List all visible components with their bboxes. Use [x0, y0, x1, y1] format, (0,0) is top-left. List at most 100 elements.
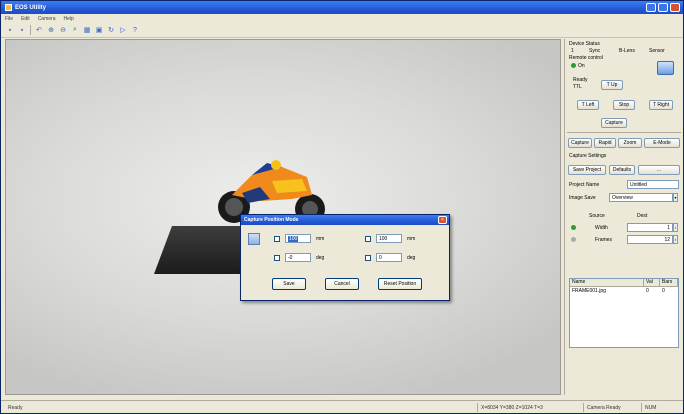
tab-rapid[interactable]: Rapid	[594, 138, 616, 148]
menu-bar: File Edit Camera Help	[1, 14, 683, 23]
help-icon[interactable]: ?	[131, 26, 139, 34]
width-spinner-icon[interactable]: ↕	[673, 223, 678, 232]
x2-checkbox[interactable]	[365, 236, 371, 242]
source-column-label: Source	[589, 213, 605, 219]
defaults-button[interactable]: Defaults	[609, 165, 635, 175]
capture-settings-label: Capture Settings	[569, 153, 607, 159]
menu-help[interactable]: Help	[63, 16, 73, 22]
image-save-label: Image Save	[569, 195, 596, 201]
ttl-label: TTL	[573, 84, 582, 90]
file-list[interactable]: Name Val Bars FRAME001.jpg 0 0	[569, 278, 679, 348]
angle-field[interactable]: -0	[285, 253, 311, 262]
reset-position-button[interactable]: Reset Position	[378, 278, 422, 290]
col-name[interactable]: Name	[570, 279, 644, 286]
width-label: Width	[595, 225, 608, 231]
save-project-button[interactable]: Save Project	[568, 165, 606, 175]
stop-button[interactable]: Stop	[613, 100, 635, 110]
maximize-button[interactable]	[658, 3, 668, 12]
tilt-left-button[interactable]: T Left	[577, 100, 599, 110]
status-bar: Ready X=8034 Y=380 Z=1024 T=3 Camera Rea…	[1, 400, 683, 413]
frames-label: Frames	[595, 237, 612, 243]
status-item-lens: B-Lens	[619, 48, 635, 54]
project-name-field[interactable]: Untitled	[627, 180, 679, 189]
right-panel: Device Status 1 Sync B-Lens Sensor Remot…	[564, 39, 683, 395]
rotate-icon[interactable]: ↻	[107, 26, 115, 34]
status-mode: Camera Ready	[583, 403, 621, 412]
tab-capture[interactable]: Capture	[568, 138, 592, 148]
list-item-name: FRAME001.jpg	[572, 288, 606, 294]
col-bars[interactable]: Bars	[660, 279, 678, 286]
remote-control-label: Remote control	[569, 55, 603, 61]
on-label: On	[578, 63, 585, 69]
minimize-button[interactable]	[646, 3, 656, 12]
status-item-sync: Sync	[589, 48, 601, 54]
x-checkbox[interactable]	[274, 236, 280, 242]
toolbar-separator	[30, 25, 31, 35]
frames-spinner-icon[interactable]: ↕	[673, 235, 678, 244]
list-item-bars: 0	[662, 288, 665, 294]
save-icon[interactable]: ▪	[6, 26, 14, 34]
undo-icon[interactable]: ↶	[35, 26, 43, 34]
file-list-header: Name Val Bars	[570, 279, 678, 287]
more-button[interactable]: ...	[638, 165, 680, 175]
dialog-title: Capture Position Mode	[241, 215, 449, 225]
row1-indicator-icon	[571, 225, 576, 230]
x-position-value: 100	[288, 235, 299, 242]
dest-column-label: Dest	[637, 213, 648, 219]
close-button[interactable]	[670, 3, 680, 12]
status-item-sensor: Sensor	[649, 48, 665, 54]
tab-zoom[interactable]: Zoom	[618, 138, 642, 148]
title-bar: EOS Utility	[1, 1, 683, 14]
camera-icon	[657, 61, 674, 75]
crop-icon[interactable]: ▣	[95, 26, 103, 34]
dropdown-arrow-icon[interactable]: ▾	[673, 193, 678, 202]
dialog-cancel-button[interactable]: Cancel	[325, 278, 359, 290]
x-position-field[interactable]: 100	[285, 234, 311, 243]
status-text: Ready	[8, 404, 23, 411]
tab-emode[interactable]: E-Mode	[644, 138, 680, 148]
capture-button[interactable]: Capture	[601, 118, 627, 128]
angle2-checkbox[interactable]	[365, 255, 371, 261]
row2-indicator-icon	[571, 237, 576, 242]
position-icon	[248, 233, 260, 245]
list-item-val: 0	[646, 288, 649, 294]
status-num: NUM	[641, 403, 656, 412]
menu-file[interactable]: File	[5, 16, 13, 22]
dialog-save-button[interactable]: Save	[272, 278, 306, 290]
x-unit-label: mm	[316, 236, 325, 242]
main-window: EOS Utility File Edit Camera Help ▪ ▪ ↶ …	[0, 0, 684, 414]
frames-field[interactable]: 12	[627, 235, 673, 244]
status-coords: X=8034 Y=380 Z=1024 T=3	[477, 403, 543, 412]
list-item[interactable]: FRAME001.jpg 0 0	[570, 287, 678, 295]
project-name-label: Project Name	[569, 182, 600, 188]
x2-position-field[interactable]: 100	[376, 234, 402, 243]
play-icon[interactable]: ▷	[119, 26, 127, 34]
status-item-1: 1	[571, 48, 574, 54]
col-val[interactable]: Val	[644, 279, 660, 286]
fit-icon[interactable]: ⌕	[71, 26, 79, 34]
app-icon	[5, 4, 12, 11]
capture-position-dialog: Capture Position Mode × 100 mm 100 mm -0…	[240, 214, 450, 301]
width-field[interactable]: 1	[627, 223, 673, 232]
device-status-label: Device Status	[569, 41, 600, 47]
angle-checkbox[interactable]	[274, 255, 280, 261]
zoom-in-icon[interactable]: ⊕	[47, 26, 55, 34]
tilt-right-button[interactable]: T Right	[649, 100, 673, 110]
dialog-close-icon[interactable]: ×	[438, 216, 447, 224]
image-save-select[interactable]: Overview	[609, 193, 673, 202]
angle2-unit-label: deg	[407, 255, 416, 261]
angle-unit-label: deg	[316, 255, 325, 261]
x2-unit-label: mm	[407, 236, 416, 242]
menu-edit[interactable]: Edit	[21, 16, 30, 22]
on-indicator-icon	[571, 63, 576, 68]
open-icon[interactable]: ▪	[18, 26, 26, 34]
angle2-field[interactable]: 0	[376, 253, 402, 262]
panel-separator	[567, 132, 681, 133]
zoom-out-icon[interactable]: ⊖	[59, 26, 67, 34]
toolbar: ▪ ▪ ↶ ⊕ ⊖ ⌕ ▦ ▣ ↻ ▷ ?	[1, 23, 683, 38]
window-title: EOS Utility	[15, 4, 47, 11]
menu-camera[interactable]: Camera	[38, 16, 56, 22]
grid-icon[interactable]: ▦	[83, 26, 91, 34]
ready-label: Ready	[573, 77, 588, 83]
tilt-up-button[interactable]: T Up	[601, 80, 623, 90]
